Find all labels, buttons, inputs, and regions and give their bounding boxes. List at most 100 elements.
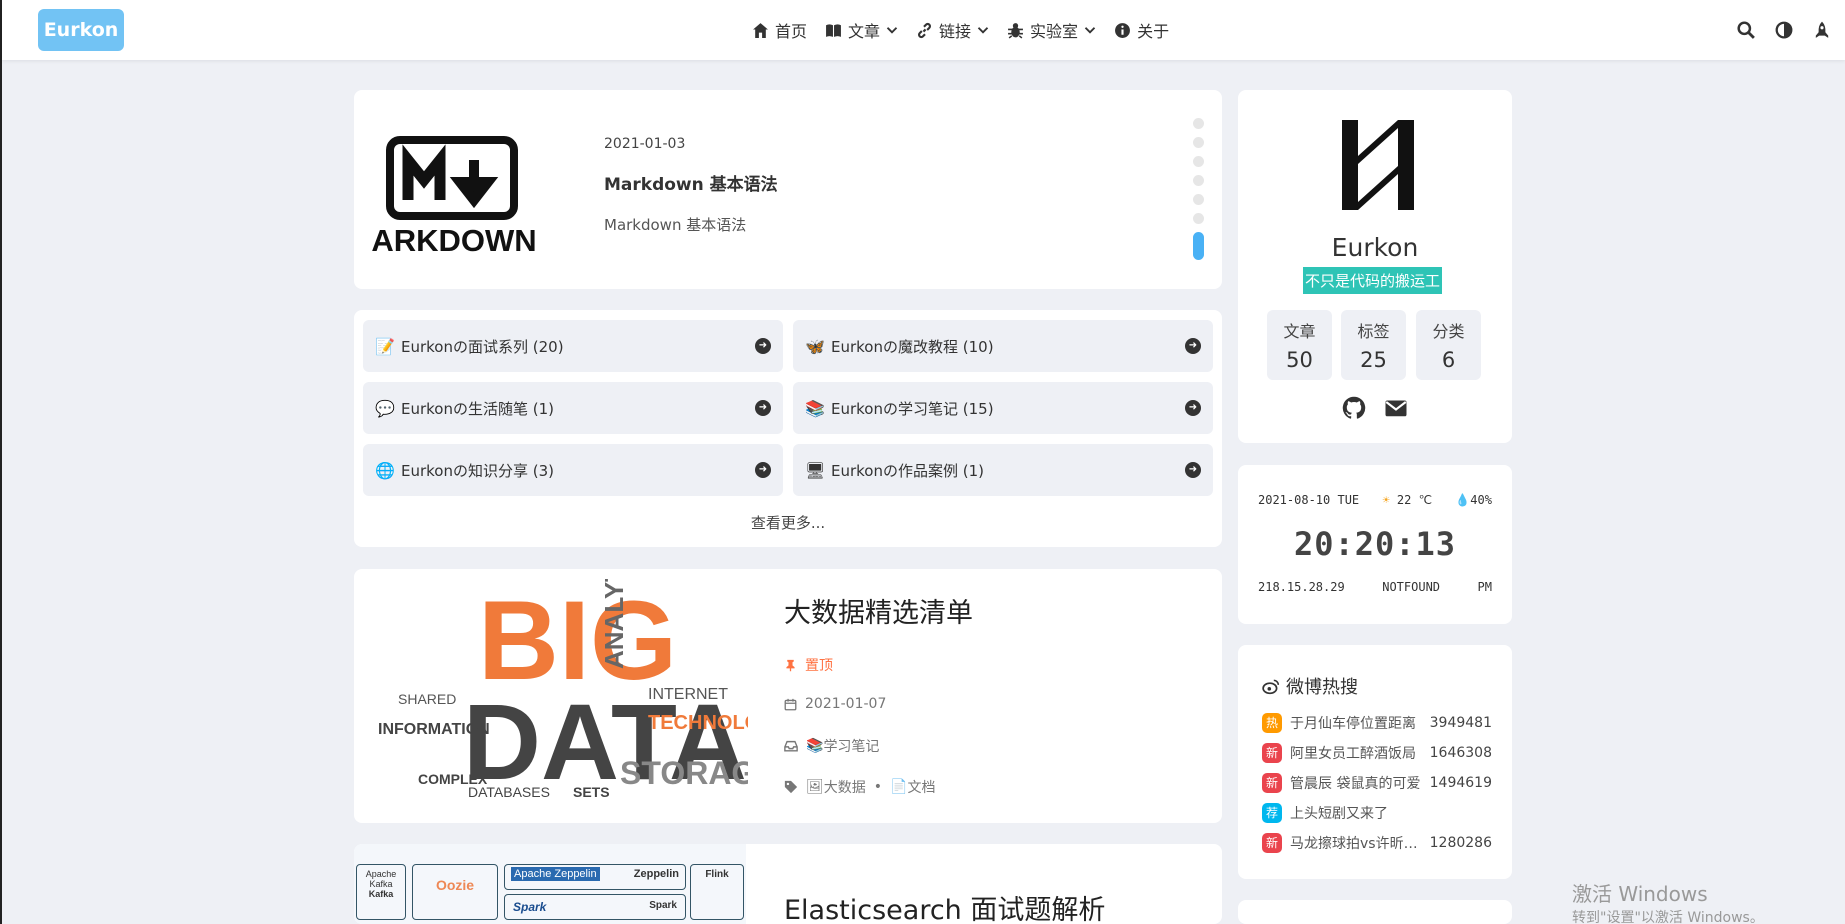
cover-box: Flink [690,864,744,920]
svg-text:SHARED: SHARED [398,691,456,707]
hot-search-item[interactable]: 荐 上头短剧又来了 [1262,803,1492,823]
carousel-dot[interactable] [1193,156,1204,167]
hot-search-count: 1280286 [1429,835,1492,851]
hot-search-item[interactable]: 热 于月仙车停位置距离 3949481 [1262,713,1492,733]
rocket-icon[interactable] [1813,21,1831,39]
arrow-right-icon: ➜ [1185,400,1201,416]
svg-text:COMPLEX: COMPLEX [418,771,488,787]
post-tag[interactable]: 大数据 [824,777,866,797]
home-icon [753,22,768,38]
book-icon [826,23,841,37]
svg-text:ANALYTICS: ANALYTICS [599,579,629,669]
butterfly-icon: 🦋 [805,336,825,356]
menu-home[interactable]: 首页 [752,18,807,42]
watermark-line-2: 转到"设置"以激活 Windows。 [1572,910,1764,924]
new-badge: 新 [1262,743,1282,763]
bug-icon [1008,22,1023,39]
stat-categories[interactable]: 分类 6 [1416,310,1481,380]
weibo-hot-card: 微博热搜 热 于月仙车停位置距离 3949481 新 阿里女员工醉酒饭局 164… [1238,645,1512,879]
image-icon: 🖼 [806,779,824,795]
hot-search-text: 阿里女员工醉酒饭局 [1290,746,1416,762]
theme-toggle-icon[interactable] [1775,21,1793,39]
search-icon[interactable] [1737,21,1755,39]
markdown-logo-text: ARKDOWN [371,223,536,256]
carousel-dot[interactable] [1193,194,1204,205]
arrow-right-icon: ➜ [755,338,771,354]
recommend-badge: 荐 [1262,803,1282,823]
category-item[interactable]: 📝 Eurkonの面试系列 (20) ➜ [363,320,783,372]
cover-label: Apache Kafka [365,869,397,889]
site-logo[interactable]: Eurkon [38,9,124,51]
cover-label: Spark [649,900,677,911]
clock-bottom-row: 218.15.28.29 NOTFOUND PM [1258,580,1492,594]
cover-box: Oozie [412,864,498,920]
hot-search-count: 1494619 [1429,775,1492,791]
elasticsearch-cover-image: Apache Kafka Kafka Oozie Apache Zeppelin … [354,844,746,924]
nav-tools [1737,0,1831,60]
stat-value: 6 [1441,348,1456,372]
carousel-dot[interactable] [1193,175,1204,186]
featured-post-card[interactable]: ARKDOWN 2021-01-03 Markdown 基本语法 Markdow… [354,90,1222,289]
cover-box: Apache Zeppelin Zeppelin [504,864,686,890]
clock-weather: ☀ 22 ℃ [1382,493,1432,507]
svg-text:INTERNET: INTERNET [648,686,728,703]
post-date-text: 2021-01-07 [805,696,887,712]
pin-icon [786,659,795,671]
post-title[interactable]: 大数据精选清单 [784,591,973,630]
document-icon: 📄 [890,779,908,795]
books-icon: 📚 [806,738,824,754]
stat-tags[interactable]: 标签 25 [1341,310,1406,380]
clock-ip: 218.15.28.29 [1258,580,1345,594]
svg-text:SETS: SETS [573,784,610,800]
hot-search-item[interactable]: 新 管晨辰 袋鼠真的可爱 1494619 [1262,773,1492,793]
post-card[interactable]: BIG DATA STORAGE ANALYTICS TECHNOLOGIES … [354,569,1222,823]
category-item[interactable]: 🦋 Eurkonの魔改教程 (10) ➜ [793,320,1213,372]
menu-articles-label: 文章 [848,22,881,41]
menu-links[interactable]: 链接 [916,18,989,42]
menu-lab[interactable]: 实验室 [1007,18,1096,42]
watermark-line-1: 激活 Windows [1572,882,1708,906]
cover-label: Apache Zeppelin [511,867,600,881]
new-badge: 新 [1262,833,1282,853]
inbox-icon [784,740,798,752]
post-category-label: 学习笔记 [823,739,880,755]
clock-ampm: PM [1477,580,1492,594]
windows-activation-watermark: 激活 Windows 转到"设置"以激活 Windows。 [1572,878,1764,924]
category-item[interactable]: 💬 Eurkonの生活随笔 (1) ➜ [363,382,783,434]
chevron-down-icon [886,27,898,34]
github-icon[interactable] [1342,396,1366,420]
hot-search-text: 上头短剧又来了 [1290,806,1388,822]
menu-about[interactable]: 关于 [1114,18,1169,42]
stat-articles[interactable]: 文章 50 [1267,310,1332,380]
hot-search-item[interactable]: 新 马龙擦球拍vs许昕擦球拍 1280286 [1262,833,1492,853]
carousel-dot[interactable] [1193,213,1204,224]
clock-time: 20:20:13 [1293,525,1457,563]
books-icon: 📚 [805,398,825,418]
carousel-dot[interactable] [1193,137,1204,148]
post-category[interactable]: 📚 学习笔记 [784,736,879,756]
post-sticky-badge: 置顶 [784,655,833,675]
menu-about-label: 关于 [1137,22,1170,41]
featured-post-title[interactable]: Markdown 基本语法 [604,170,778,195]
big-data-cover-image: BIG DATA STORAGE ANALYTICS TECHNOLOGIES … [378,579,748,802]
see-more-link[interactable]: 查看更多... [354,512,1222,533]
category-label: Eurkonの知识分享 (3) [401,461,555,480]
category-item[interactable]: 🖥 Eurkonの作品案例 (1) ➜ [793,444,1213,496]
speech-bubble-icon: 💬 [375,398,395,418]
category-label: Eurkonの作品案例 (1) [831,461,985,480]
carousel-dot[interactable] [1193,118,1204,129]
menu-articles[interactable]: 文章 [825,18,898,42]
category-item[interactable]: 📚 Eurkonの学习笔记 (15) ➜ [793,382,1213,434]
carousel-dot-active[interactable] [1193,232,1204,260]
post-card[interactable]: Apache Kafka Kafka Oozie Apache Zeppelin … [354,844,1222,924]
hot-search-item[interactable]: 新 阿里女员工醉酒饭局 1646308 [1262,743,1492,763]
stat-value: 25 [1360,348,1387,372]
category-item[interactable]: 🌐 Eurkonの知识分享 (3) ➜ [363,444,783,496]
clock-widget: 2021-08-10 TUE ☀ 22 ℃ 💧40% 20:20:13 218.… [1238,465,1512,624]
svg-text:TECHNOLOGIES: TECHNOLOGIES [648,712,748,734]
weibo-title: 微博热搜 [1262,673,1358,699]
mail-icon[interactable] [1384,396,1408,420]
author-avatar[interactable] [1338,116,1418,214]
post-tag[interactable]: 文档 [907,777,935,797]
post-title[interactable]: Elasticsearch 面试题解析 [784,888,1105,924]
